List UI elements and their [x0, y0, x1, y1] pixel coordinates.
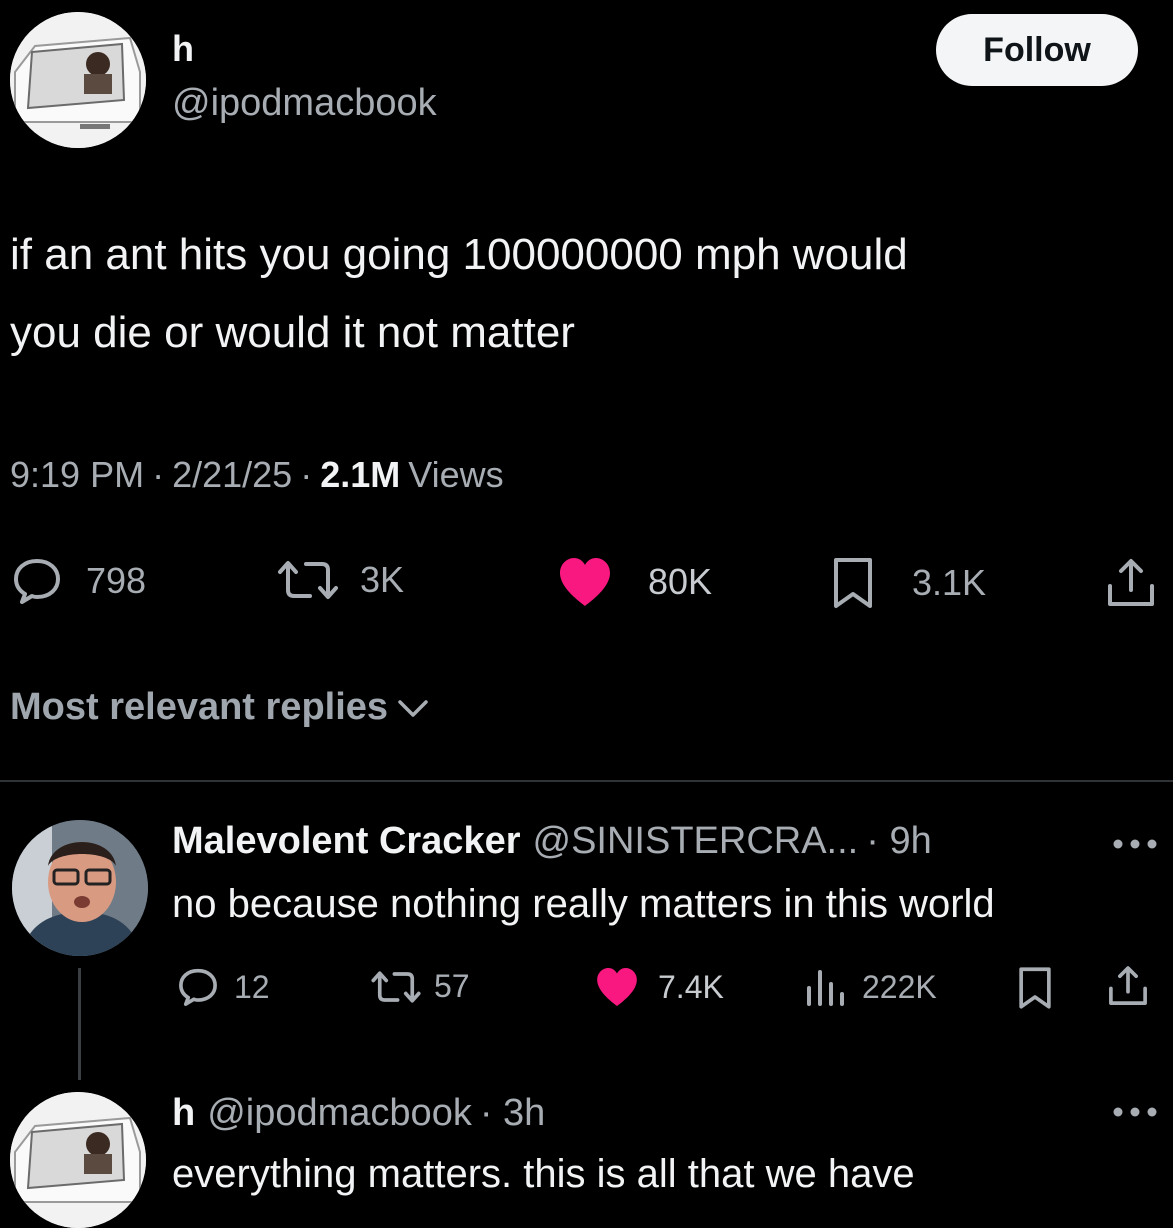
- reply-action[interactable]: 798: [10, 556, 146, 606]
- section-divider: [0, 780, 1173, 782]
- views-icon: [804, 966, 846, 1008]
- bookmark-icon[interactable]: [1016, 966, 1054, 1010]
- replies-sort-dropdown[interactable]: Most relevant replies: [10, 686, 430, 729]
- bookmark-count: 3.1K: [912, 562, 987, 603]
- reply-reply-action[interactable]: 12: [176, 966, 270, 1008]
- repost-icon: [276, 558, 340, 602]
- reply-repost-count: 57: [434, 968, 470, 1004]
- reply-reply-count: 12: [234, 968, 270, 1005]
- author-avatar[interactable]: [10, 12, 146, 148]
- tweet-text-line-2: you die or would it not matter: [10, 308, 575, 357]
- reply-repost-action[interactable]: 57: [370, 968, 470, 1005]
- reply-author-handle[interactable]: @SINISTERCRA...: [533, 820, 859, 863]
- reply-count: 798: [86, 560, 147, 601]
- tweet-meta: 9:19 PM · 2/21/25 · 2.1M Views: [10, 454, 504, 496]
- reply-author-name[interactable]: Malevolent Cracker: [172, 820, 521, 863]
- views-count: 2.1M: [320, 454, 401, 495]
- reply-views-count: 222K: [862, 968, 937, 1005]
- reply-icon: [10, 556, 64, 606]
- more-icon[interactable]: [1112, 838, 1158, 850]
- tweet-text-line-1: if an ant hits you going 100000000 mph w…: [10, 230, 908, 279]
- reply-avatar[interactable]: [12, 820, 148, 956]
- avatar-man-photo: [12, 820, 148, 956]
- reply-like-count: 7.4K: [658, 968, 724, 1005]
- thread-line: [78, 968, 81, 1080]
- follow-button[interactable]: Follow: [936, 14, 1138, 86]
- views-label: Views: [408, 454, 504, 495]
- avatar-car-photo: [10, 1092, 146, 1228]
- share-icon[interactable]: [1104, 556, 1158, 610]
- reply-views-action[interactable]: 222K: [804, 966, 937, 1008]
- tweet-time[interactable]: 9:19 PM: [10, 454, 144, 496]
- avatar-car-photo: [10, 12, 146, 148]
- more-icon[interactable]: [1112, 1106, 1158, 1118]
- chevron-down-icon: [396, 696, 430, 720]
- reply-header: Malevolent Cracker @SINISTERCRA... · 9h: [172, 820, 932, 863]
- reply-text: no because nothing really matters in thi…: [172, 882, 995, 926]
- reply-text: everything matters. this is all that we …: [172, 1152, 915, 1196]
- author-name[interactable]: h: [172, 28, 194, 70]
- reply-author-handle[interactable]: @ipodmacbook: [207, 1092, 472, 1135]
- tweet-date[interactable]: 2/21/25: [172, 454, 292, 496]
- reply-time[interactable]: · 9h: [866, 820, 931, 863]
- like-icon: [556, 556, 614, 608]
- reply-like-action[interactable]: 7.4K: [594, 966, 724, 1008]
- reply-header: h @ipodmacbook · 3h: [172, 1092, 545, 1135]
- reply-time[interactable]: · 3h: [480, 1092, 545, 1135]
- reply-avatar[interactable]: [10, 1092, 146, 1228]
- reply-author-name[interactable]: h: [172, 1092, 195, 1135]
- author-handle[interactable]: @ipodmacbook: [172, 82, 437, 125]
- share-icon[interactable]: [1106, 964, 1150, 1008]
- replies-sort-label: Most relevant replies: [10, 686, 389, 728]
- separator: ·: [152, 454, 165, 495]
- repost-icon: [370, 969, 422, 1005]
- separator: ·: [300, 454, 313, 495]
- like-action[interactable]: 80K: [556, 556, 712, 608]
- repost-action[interactable]: 3K: [276, 558, 404, 602]
- bookmark-icon: [830, 556, 876, 610]
- bookmark-action[interactable]: 3.1K: [830, 556, 986, 610]
- repost-count: 3K: [360, 559, 405, 600]
- like-count: 80K: [648, 561, 713, 602]
- reply-icon: [176, 966, 220, 1008]
- like-icon: [594, 966, 640, 1008]
